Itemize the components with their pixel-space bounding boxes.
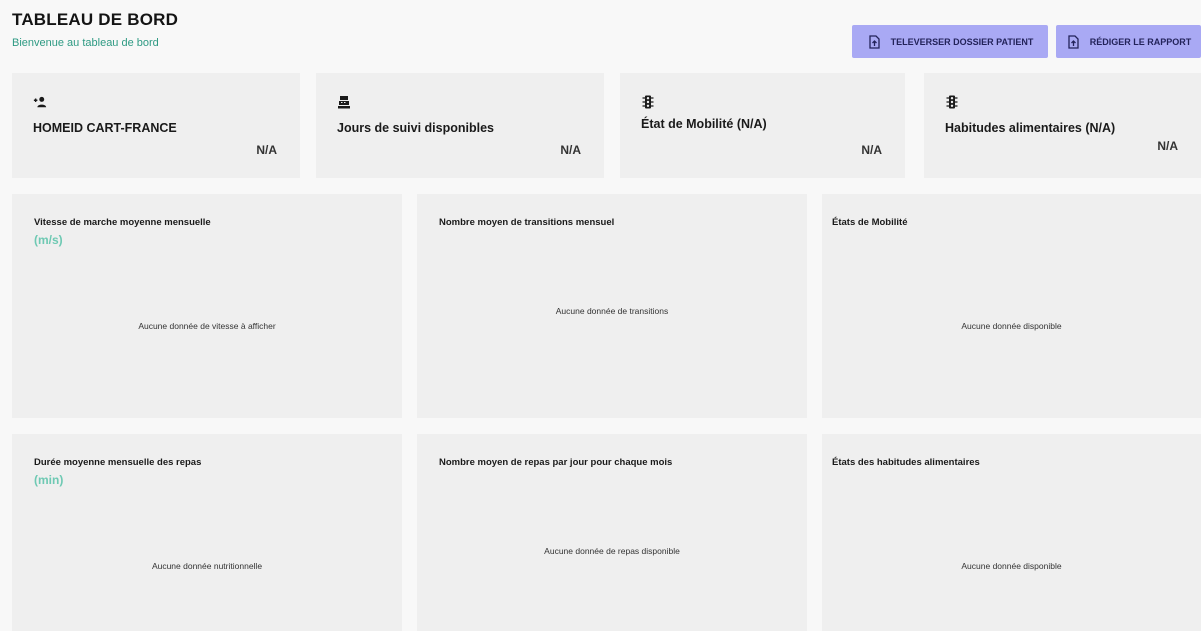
chart-card-eating-states: États des habitudes alimentaires Aucune … [822, 434, 1201, 631]
chart-empty-message: Aucune donnée disponible [961, 321, 1062, 331]
stat-card-mobility: État de Mobilité (N/A) N/A [620, 73, 905, 178]
stat-value: N/A [861, 143, 882, 157]
chart-card-meals-per-day: Nombre moyen de repas par jour pour chaq… [417, 434, 807, 631]
upload-patient-file-button[interactable]: TELEVERSER DOSSIER PATIENT [852, 25, 1048, 58]
chart-card-transitions: Nombre moyen de transitions mensuel Aucu… [417, 194, 807, 418]
chart-empty-message: Aucune donnée de vitesse à afficher [138, 321, 276, 331]
traffic-light-icon [642, 95, 654, 109]
add-person-icon [33, 96, 47, 108]
stat-card-eating-habits: Habitudes alimentaires (N/A) N/A [924, 73, 1201, 178]
stat-card-homeid: HOMEID CART-FRANCE N/A [12, 73, 300, 178]
stat-value: N/A [560, 143, 581, 157]
stat-value: N/A [256, 143, 277, 157]
traffic-light-icon [946, 95, 958, 109]
chart-title: États des habitudes alimentaires [832, 457, 980, 468]
chart-title: Durée moyenne mensuelle des repas [34, 457, 202, 468]
stat-label: HOMEID CART-FRANCE [33, 121, 177, 135]
file-upload-icon [1068, 34, 1079, 49]
stat-card-tracking-days: Jours de suivi disponibles N/A [316, 73, 604, 178]
chart-unit: (min) [34, 473, 64, 487]
upload-patient-file-label: TELEVERSER DOSSIER PATIENT [890, 36, 1034, 47]
write-report-button[interactable]: RÉDIGER LE RAPPORT [1056, 25, 1201, 58]
chart-title: États de Mobilité [832, 217, 908, 228]
chart-unit: (m/s) [34, 233, 63, 247]
cash-register-icon [338, 96, 350, 109]
stat-value: N/A [1157, 139, 1178, 153]
file-upload-icon [869, 34, 880, 49]
stat-label: Jours de suivi disponibles [337, 121, 494, 135]
chart-empty-message: Aucune donnée de transitions [555, 306, 669, 316]
stat-label: État de Mobilité (N/A) [641, 117, 767, 131]
write-report-label: RÉDIGER LE RAPPORT [1089, 36, 1192, 47]
chart-title: Vitesse de marche moyenne mensuelle [34, 217, 211, 228]
chart-empty-message: Aucune donnée nutritionnelle [151, 561, 263, 571]
dashboard-page: TABLEAU DE BORD Bienvenue au tableau de … [0, 0, 1201, 631]
chart-card-walk-speed: Vitesse de marche moyenne mensuelle (m/s… [12, 194, 402, 418]
chart-title: Nombre moyen de repas par jour pour chaq… [439, 457, 673, 468]
stat-label: Habitudes alimentaires (N/A) [945, 121, 1116, 135]
chart-card-meal-duration: Durée moyenne mensuelle des repas (min) … [12, 434, 402, 631]
chart-empty-message: Aucune donnée disponible [961, 561, 1062, 571]
page-subtitle: Bienvenue au tableau de bord [12, 37, 159, 49]
chart-empty-message: Aucune donnée de repas disponible [544, 546, 680, 556]
chart-title: Nombre moyen de transitions mensuel [439, 217, 615, 228]
chart-card-mobility-states: États de Mobilité Aucune donnée disponib… [822, 194, 1201, 418]
page-title: TABLEAU DE BORD [12, 10, 179, 29]
